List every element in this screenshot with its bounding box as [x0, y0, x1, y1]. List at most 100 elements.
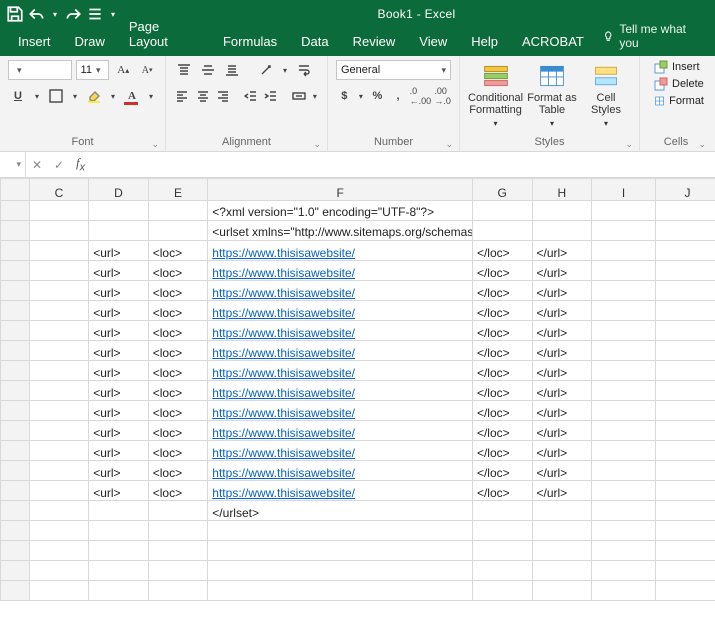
cell[interactable]: [1, 281, 30, 301]
hyperlink[interactable]: https://www.thisisawebsite/: [212, 386, 355, 400]
hyperlink[interactable]: https://www.thisisawebsite/: [212, 426, 355, 440]
cell[interactable]: </url>: [532, 261, 592, 281]
cell[interactable]: [592, 281, 656, 301]
cell[interactable]: [148, 201, 208, 221]
cell[interactable]: </url>: [532, 301, 592, 321]
cell[interactable]: [29, 281, 89, 301]
cell[interactable]: </loc>: [472, 421, 532, 441]
cell[interactable]: [1, 481, 30, 501]
hyperlink[interactable]: https://www.thisisawebsite/: [212, 266, 355, 280]
cell[interactable]: [29, 581, 89, 601]
spreadsheet-grid[interactable]: CDEFGHIJ <?xml version="1.0" encoding="U…: [0, 178, 715, 635]
cell[interactable]: </loc>: [472, 361, 532, 381]
cell[interactable]: [656, 381, 715, 401]
column-header[interactable]: F: [208, 179, 473, 201]
cell[interactable]: [1, 381, 30, 401]
cell[interactable]: [1, 421, 30, 441]
save-icon[interactable]: [6, 5, 24, 23]
cell[interactable]: </loc>: [472, 481, 532, 501]
cell[interactable]: <url>: [89, 441, 149, 461]
cell[interactable]: </url>: [532, 321, 592, 341]
cell[interactable]: <loc>: [148, 281, 208, 301]
cell[interactable]: <?xml version="1.0" encoding="UTF-8"?>: [208, 201, 473, 221]
cell[interactable]: </loc>: [472, 441, 532, 461]
cell[interactable]: [656, 541, 715, 561]
cell[interactable]: <url>: [89, 341, 149, 361]
hyperlink[interactable]: https://www.thisisawebsite/: [212, 286, 355, 300]
cell[interactable]: [656, 221, 715, 241]
cell[interactable]: [29, 561, 89, 581]
align-middle-icon[interactable]: [198, 60, 218, 80]
cell[interactable]: <loc>: [148, 381, 208, 401]
decrease-indent-icon[interactable]: [242, 86, 258, 106]
cell[interactable]: </url>: [532, 381, 592, 401]
column-header[interactable]: J: [656, 179, 715, 201]
format-cells-button[interactable]: Format: [654, 94, 704, 108]
cell[interactable]: [656, 201, 715, 221]
column-header[interactable]: I: [592, 179, 656, 201]
accounting-more-icon[interactable]: ▾: [357, 86, 365, 106]
cell[interactable]: <url>: [89, 421, 149, 441]
cell[interactable]: [148, 221, 208, 241]
cell[interactable]: [592, 301, 656, 321]
merge-more-icon[interactable]: ▾: [311, 86, 319, 106]
hyperlink[interactable]: https://www.thisisawebsite/: [212, 406, 355, 420]
cell[interactable]: </url>: [532, 481, 592, 501]
cell[interactable]: <loc>: [148, 361, 208, 381]
cell[interactable]: [29, 461, 89, 481]
cell[interactable]: <url>: [89, 361, 149, 381]
underline-more-icon[interactable]: ▾: [32, 86, 42, 106]
cell[interactable]: <url>: [89, 461, 149, 481]
hyperlink[interactable]: https://www.thisisawebsite/: [212, 346, 355, 360]
cell[interactable]: </loc>: [472, 301, 532, 321]
cell[interactable]: [656, 261, 715, 281]
font-size-combo[interactable]: 11▾: [76, 60, 110, 80]
cell[interactable]: <loc>: [148, 401, 208, 421]
underline-button[interactable]: U: [8, 86, 28, 106]
cell[interactable]: <loc>: [148, 461, 208, 481]
cell[interactable]: [592, 221, 656, 241]
cell[interactable]: https://www.thisisawebsite/: [208, 361, 473, 381]
cell[interactable]: [1, 541, 30, 561]
cell[interactable]: [29, 481, 89, 501]
hyperlink[interactable]: https://www.thisisawebsite/: [212, 306, 355, 320]
cell[interactable]: https://www.thisisawebsite/: [208, 321, 473, 341]
cell[interactable]: [29, 341, 89, 361]
cell[interactable]: [656, 441, 715, 461]
cell[interactable]: [592, 321, 656, 341]
cell[interactable]: <urlset xmlns="http://www.sitemaps.org/s…: [208, 221, 473, 241]
cell[interactable]: [656, 481, 715, 501]
cell[interactable]: https://www.thisisawebsite/: [208, 301, 473, 321]
cell[interactable]: </url>: [532, 441, 592, 461]
cell[interactable]: [592, 501, 656, 521]
cell[interactable]: </loc>: [472, 341, 532, 361]
hyperlink[interactable]: https://www.thisisawebsite/: [212, 446, 355, 460]
cell[interactable]: [148, 501, 208, 521]
cell[interactable]: </loc>: [472, 261, 532, 281]
cell[interactable]: <url>: [89, 401, 149, 421]
select-all-corner[interactable]: [1, 179, 30, 201]
cell[interactable]: https://www.thisisawebsite/: [208, 241, 473, 261]
formula-input[interactable]: [91, 152, 715, 177]
cell[interactable]: [1, 581, 30, 601]
cell[interactable]: [1, 461, 30, 481]
hyperlink[interactable]: https://www.thisisawebsite/: [212, 366, 355, 380]
merge-center-icon[interactable]: [290, 86, 306, 106]
align-left-icon[interactable]: [174, 86, 190, 106]
hyperlink[interactable]: https://www.thisisawebsite/: [212, 486, 355, 500]
hyperlink[interactable]: https://www.thisisawebsite/: [212, 326, 355, 340]
tab-pagelayout[interactable]: Page Layout: [117, 13, 211, 56]
qat-more-icon[interactable]: ▾: [50, 5, 60, 23]
cell[interactable]: [532, 501, 592, 521]
cell[interactable]: [1, 561, 30, 581]
cell[interactable]: [472, 581, 532, 601]
cell[interactable]: [472, 501, 532, 521]
cell[interactable]: [592, 261, 656, 281]
cell[interactable]: [1, 401, 30, 421]
cell[interactable]: [656, 581, 715, 601]
cell[interactable]: https://www.thisisawebsite/: [208, 421, 473, 441]
cell[interactable]: </loc>: [472, 241, 532, 261]
align-top-icon[interactable]: [174, 60, 194, 80]
cell[interactable]: https://www.thisisawebsite/: [208, 281, 473, 301]
cell[interactable]: <loc>: [148, 261, 208, 281]
